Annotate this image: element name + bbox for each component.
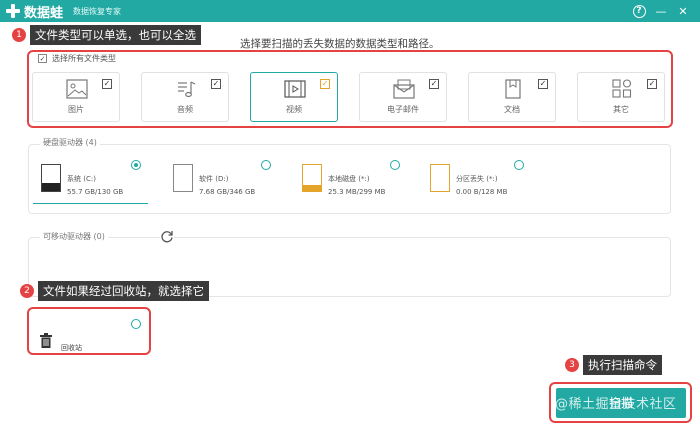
minimize-icon: — (655, 4, 667, 18)
drive-icon (302, 164, 322, 192)
checkmark-icon[interactable]: ✓ (320, 79, 330, 89)
annotation-number: 2 (20, 284, 34, 298)
refresh-icon[interactable] (160, 229, 174, 243)
video-icon (284, 80, 306, 98)
checkmark-icon[interactable]: ✓ (538, 79, 548, 89)
drive-name: 系统 (C:) (67, 175, 96, 183)
annotation-number: 3 (565, 358, 579, 372)
checkmark-icon[interactable]: ✓ (647, 79, 657, 89)
watermark: @稀土掘金技术社区 (555, 397, 677, 412)
file-type-label: 文档 (504, 105, 520, 114)
help-button[interactable]: ? (628, 1, 650, 21)
drive-name: 本地磁盘 (*:) (328, 175, 370, 183)
drive-lost-partition[interactable]: 分区丢失 (*:) 0.00 B/128 MB (422, 160, 532, 204)
file-type-document[interactable]: 文档 ✓ (468, 72, 556, 122)
checkmark-icon: ✓ (38, 54, 47, 63)
system-drive-icon (41, 164, 61, 192)
drive-size: 55.7 GB/130 GB (67, 188, 124, 196)
select-all-checkbox[interactable]: ✓ 选择所有文件类型 (38, 53, 116, 64)
app-subtitle: 数据恢复专家 (73, 6, 122, 16)
drive-c[interactable]: 系统 (C:) 55.7 GB/130 GB (33, 160, 148, 204)
annotation-text: 执行扫描命令 (583, 355, 662, 375)
drive-local[interactable]: 本地磁盘 (*:) 25.3 MB/299 MB (294, 160, 404, 204)
drive-icon (173, 164, 193, 192)
title-bar: 数据蛙 数据恢复专家 ? — ✕ (0, 0, 700, 22)
drive-radio[interactable] (514, 160, 524, 170)
question-circle-icon: ? (632, 4, 646, 18)
file-type-video[interactable]: 视频 ✓ (250, 72, 338, 122)
drive-d[interactable]: 软件 (D:) 7.68 GB/346 GB (165, 160, 275, 204)
email-icon (393, 79, 415, 99)
drive-radio[interactable] (131, 160, 141, 170)
document-icon (505, 79, 521, 99)
image-icon (66, 79, 88, 99)
annotation-2: 2 文件如果经过回收站，就选择它 (20, 281, 209, 301)
annotation-3: 3 执行扫描命令 (565, 355, 662, 375)
annotation-number: 1 (12, 28, 26, 42)
music-icon (178, 81, 196, 98)
hard-drives-title: 硬盘驱动器 (4) (40, 137, 100, 148)
file-type-label: 视频 (286, 105, 302, 114)
checkmark-icon[interactable]: ✓ (211, 79, 221, 89)
drive-size: 7.68 GB/346 GB (199, 188, 256, 196)
file-type-other[interactable]: 其它 ✓ (577, 72, 665, 122)
checkmark-icon[interactable]: ✓ (429, 79, 439, 89)
close-button[interactable]: ✕ (672, 1, 694, 21)
drive-size: 25.3 MB/299 MB (328, 188, 386, 196)
drive-radio[interactable] (261, 160, 271, 170)
drive-name: 分区丢失 (*:) (456, 175, 498, 183)
checkmark-icon[interactable]: ✓ (102, 79, 112, 89)
trash-icon (40, 333, 52, 348)
file-type-image[interactable]: 图片 ✓ (32, 72, 120, 122)
file-type-label: 音频 (177, 105, 193, 114)
file-type-audio[interactable]: 音频 ✓ (141, 72, 229, 122)
drive-radio[interactable] (390, 160, 400, 170)
drive-name: 软件 (D:) (199, 175, 229, 183)
annotation-text: 文件类型可以单选，也可以全选 (30, 25, 201, 45)
instruction-text: 选择要扫描的丢失数据的数据类型和路径。 (240, 38, 440, 50)
app-logo: 数据蛙 (6, 2, 63, 21)
drive-size: 0.00 B/128 MB (456, 188, 508, 196)
file-type-label: 图片 (68, 105, 84, 114)
annotation-1: 1 文件类型可以单选，也可以全选 (12, 25, 201, 45)
drive-icon (430, 164, 450, 192)
recycle-bin-radio[interactable] (131, 319, 141, 329)
recycle-bin-label: 回收站 (61, 344, 82, 352)
minimize-button[interactable]: — (650, 1, 672, 21)
file-type-email[interactable]: 电子邮件 ✓ (359, 72, 447, 122)
close-icon: ✕ (678, 4, 688, 18)
app-name: 数据蛙 (24, 5, 64, 21)
select-all-label: 选择所有文件类型 (52, 54, 116, 63)
other-icon (612, 79, 632, 98)
removable-drives-title: 可移动驱动器 (0) (40, 231, 108, 242)
logo-cross-icon (6, 4, 20, 18)
annotation-text: 文件如果经过回收站，就选择它 (38, 281, 209, 301)
file-type-label: 电子邮件 (387, 105, 419, 114)
file-type-label: 其它 (613, 105, 629, 114)
